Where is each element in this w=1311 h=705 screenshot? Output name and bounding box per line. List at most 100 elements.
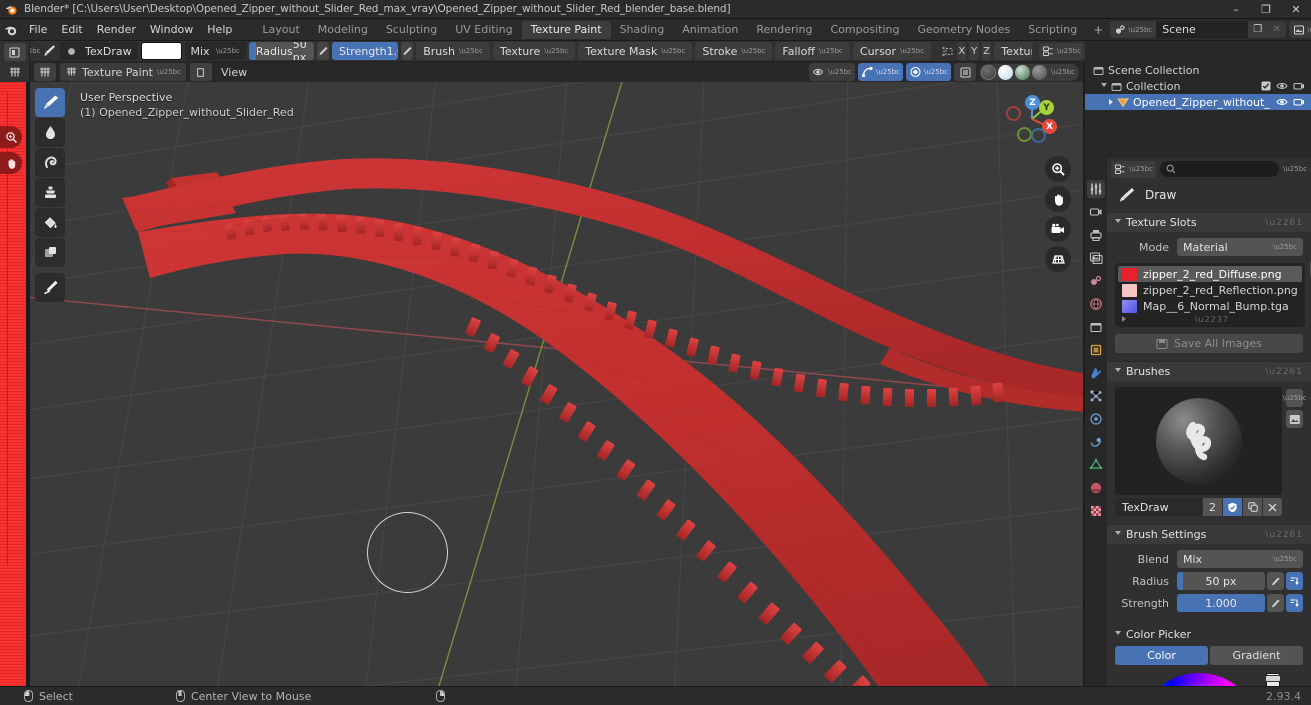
duplicate-brush-button[interactable]	[1243, 498, 1262, 516]
camera-view-button[interactable]	[1045, 216, 1071, 242]
chevron-down-icon[interactable]	[1101, 82, 1107, 90]
draw-tool-button[interactable]	[35, 88, 65, 117]
brush-preview[interactable]	[1115, 387, 1282, 495]
radius-slider[interactable]: Radius 50 px	[248, 42, 314, 60]
workspace-tab-geometry-nodes[interactable]: Geometry Nodes	[908, 21, 1019, 39]
outliner-row-collection[interactable]: Collection	[1085, 78, 1311, 94]
outliner-display-mode-icon[interactable]: \u25bc	[1039, 42, 1084, 60]
clone-tool-button[interactable]	[35, 178, 65, 207]
properties-filter-icon[interactable]: \u25bc	[1111, 160, 1156, 178]
visibility-toggle[interactable]: \u25bc	[809, 63, 855, 81]
world-properties-tab[interactable]	[1087, 295, 1105, 313]
strength-unit-toggle[interactable]	[1286, 594, 1303, 612]
material-preview-button[interactable]	[1015, 64, 1030, 80]
particles-properties-tab[interactable]	[1087, 387, 1105, 405]
blend-mode-dropdown[interactable]: Mix \u25bc	[184, 42, 246, 60]
workspace-tab-modeling[interactable]: Modeling	[309, 21, 377, 39]
proportional-editing-toggle[interactable]: \u25bc	[906, 63, 951, 81]
output-properties-tab[interactable]	[1087, 226, 1105, 244]
rendered-shading-button[interactable]	[1032, 64, 1047, 80]
modifier-properties-tab[interactable]	[1087, 364, 1105, 382]
color-picker-panel-header[interactable]: Color Picker	[1107, 624, 1311, 644]
soften-tool-button[interactable]	[35, 118, 65, 147]
texture-mask-menu[interactable]: Texture Mask \u25bc	[578, 42, 693, 60]
viewport-editor-type-icon[interactable]	[34, 63, 56, 81]
fill-tool-button[interactable]	[35, 208, 65, 237]
brushes-panel-header[interactable]: Brushes \u2261	[1107, 361, 1311, 381]
strength-pressure-toggle[interactable]	[1267, 594, 1284, 612]
annotate-tool-button[interactable]	[35, 273, 65, 302]
stroke-menu[interactable]: Stroke \u25bc	[695, 42, 773, 60]
brush-specials-menu[interactable]: \u25bc	[1283, 389, 1307, 407]
brush-users-count[interactable]: 2	[1203, 498, 1222, 516]
tool-properties-tab[interactable]	[1087, 180, 1105, 198]
mask-tool-button[interactable]	[35, 238, 65, 267]
color-tab[interactable]: Color	[1115, 646, 1208, 665]
fake-user-toggle[interactable]	[1223, 498, 1242, 516]
minimize-button[interactable]: –	[1221, 0, 1251, 19]
workspace-tab-scripting[interactable]: Scripting	[1019, 21, 1086, 39]
panel-collapse-icon[interactable]	[1115, 630, 1121, 638]
zoom-view-button[interactable]	[1045, 156, 1071, 182]
texture-mode-dropdown[interactable]: Material \u25bc	[1177, 238, 1303, 256]
radius-slider[interactable]: 50 px	[1177, 572, 1265, 590]
gizmo-axis-neg-y[interactable]	[1017, 127, 1032, 142]
menu-render[interactable]: Render	[90, 21, 143, 38]
solid-shading-button[interactable]	[998, 64, 1013, 80]
workspace-tab-animation[interactable]: Animation	[673, 21, 747, 39]
constraints-properties-tab[interactable]	[1087, 433, 1105, 451]
slot-list-expand-icon[interactable]	[1122, 316, 1126, 322]
gizmo-axis-neg-z[interactable]	[1031, 128, 1046, 143]
zoom-icon[interactable]	[0, 126, 22, 148]
material-properties-tab[interactable]	[1087, 479, 1105, 497]
menu-file[interactable]: File	[22, 21, 54, 38]
navigation-gizmo[interactable]: Z Y X	[1001, 88, 1063, 150]
physics-properties-tab[interactable]	[1087, 410, 1105, 428]
object-properties-tab[interactable]	[1087, 341, 1105, 359]
menu-edit[interactable]: Edit	[54, 21, 89, 38]
blender-menu-icon[interactable]	[0, 19, 22, 41]
value-slider[interactable]	[1265, 673, 1281, 686]
value-slider-knob[interactable]	[1265, 675, 1281, 682]
viewlayer-browse-icon[interactable]: \u25bc	[1289, 21, 1311, 38]
radius-pressure-toggle[interactable]	[316, 42, 329, 60]
gradient-tab[interactable]: Gradient	[1210, 646, 1303, 665]
strength-pressure-toggle[interactable]	[400, 42, 414, 60]
texture-slot-item[interactable]: Map__6_Normal_Bump.tga	[1118, 298, 1302, 314]
toggle-orthographic-button[interactable]	[1045, 246, 1071, 272]
snap-toggle[interactable]: \u25bc	[858, 63, 903, 81]
smear-tool-button[interactable]	[35, 148, 65, 177]
chevron-right-icon[interactable]	[1109, 99, 1113, 105]
falloff-menu[interactable]: Falloff \u25bc	[775, 42, 850, 60]
brush-settings-panel-header[interactable]: Brush Settings \u2261	[1107, 524, 1311, 544]
save-all-images-button[interactable]: Save All Images	[1115, 334, 1303, 353]
interaction-mode-dropdown[interactable]: Texture Paint \u25bc	[60, 63, 186, 81]
gizmo-axis-neg-x[interactable]	[1006, 106, 1021, 121]
brush-menu[interactable]: Brush \u25bc	[416, 42, 490, 60]
texture-symmetry-menu[interactable]: Texture	[994, 42, 1032, 60]
workspace-tab-layout[interactable]: Layout	[253, 21, 308, 39]
add-workspace-button[interactable]: +	[1086, 23, 1110, 37]
strength-slider[interactable]: Strength 1.000	[331, 42, 398, 60]
panel-collapse-icon[interactable]	[1115, 368, 1121, 375]
brush-color-swatch[interactable]	[140, 42, 182, 60]
radius-unit-toggle[interactable]	[1286, 572, 1303, 590]
color-wheel[interactable]	[1138, 673, 1260, 686]
gizmo-axis-z[interactable]: Z	[1025, 95, 1040, 110]
render-properties-tab[interactable]	[1087, 203, 1105, 221]
symmetry-x-toggle[interactable]: X	[957, 42, 967, 60]
slot-list-grip-icon[interactable]: \u2237	[1195, 315, 1229, 324]
close-button[interactable]: ✕	[1281, 0, 1311, 19]
menu-help[interactable]: Help	[200, 21, 239, 38]
texture-menu[interactable]: Texture \u25bc	[492, 42, 576, 60]
texture-slot-list[interactable]: zipper_2_red_Diffuse.png zipper_2_red_Re…	[1115, 263, 1305, 327]
panel-collapse-icon[interactable]	[1115, 219, 1121, 226]
pan-view-button[interactable]	[1045, 186, 1071, 212]
properties-search-input[interactable]	[1160, 161, 1279, 177]
blend-dropdown[interactable]: Mix \u25bc	[1177, 550, 1303, 568]
view-layer-selector[interactable]: \u25bc View Layer ❐ ✕	[1289, 21, 1311, 38]
texture-slot-item[interactable]: zipper_2_red_Diffuse.png	[1118, 266, 1302, 282]
image-editor-type-icon[interactable]	[3, 43, 26, 61]
cursor-menu[interactable]: Cursor \u25bc	[852, 42, 932, 60]
outliner-row-scene-collection[interactable]: Scene Collection	[1085, 62, 1311, 78]
